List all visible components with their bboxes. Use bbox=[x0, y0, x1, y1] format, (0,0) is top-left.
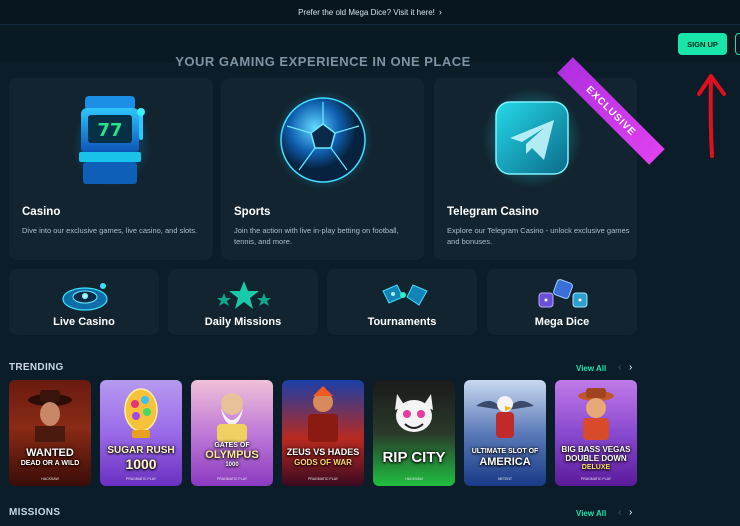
cat-illustration bbox=[395, 394, 433, 432]
game-provider: NETENT bbox=[498, 477, 512, 481]
stars-icon bbox=[217, 281, 271, 309]
daily-missions-card[interactable]: Daily Missions bbox=[168, 269, 318, 335]
telegram-casino-description: Explore our Telegram Casino - unlock exc… bbox=[447, 226, 630, 246]
prev-arrow-icon[interactable]: ‹ bbox=[618, 507, 621, 518]
daily-missions-label: Daily Missions bbox=[204, 316, 282, 328]
sports-title: Sports bbox=[234, 206, 271, 218]
casino-card[interactable]: 77 Casino Dive into our exclusive games,… bbox=[9, 78, 213, 260]
game-title: WANTED bbox=[26, 447, 74, 459]
live-casino-label: Live Casino bbox=[53, 316, 115, 328]
slot-machine-icon: 77 bbox=[72, 96, 152, 187]
game-provider: PRAGMATIC PLAY bbox=[125, 477, 157, 481]
game-subtitle: GODS OF WAR bbox=[294, 458, 352, 467]
game-title: GATES OF bbox=[214, 442, 250, 449]
old-site-banner[interactable]: Prefer the old Mega Dice? Visit it here!… bbox=[0, 0, 740, 25]
game-subtitle: DEAD OR A WILD bbox=[20, 460, 80, 467]
game-provider: PRAGMATIC PLAY bbox=[307, 477, 339, 481]
game-provider: HACKSAW bbox=[405, 477, 423, 481]
svg-text:77: 77 bbox=[97, 120, 122, 141]
mega-dice-card[interactable]: Mega Dice bbox=[487, 269, 637, 335]
live-casino-card[interactable]: Live Casino bbox=[9, 269, 159, 335]
casino-title: Casino bbox=[22, 206, 61, 218]
missions-view-all-link[interactable]: View All bbox=[576, 509, 606, 518]
fisherman-illustration bbox=[578, 388, 614, 440]
game-tile-ultimate-slot-of-america[interactable]: ULTIMATE SLOT OF AMERICA NETENT bbox=[464, 380, 546, 486]
hades-illustration bbox=[308, 386, 338, 442]
trending-view-all-link[interactable]: View All bbox=[576, 364, 606, 373]
game-title: BIG BASS VEGAS bbox=[561, 445, 631, 454]
sports-card[interactable]: Sports Join the action with live in-play… bbox=[221, 78, 424, 260]
eagle-illustration bbox=[476, 396, 534, 438]
game-subtitle: 1000 bbox=[125, 456, 157, 472]
prev-arrow-icon[interactable]: ‹ bbox=[618, 362, 621, 373]
game-provider: HACKSAW bbox=[41, 477, 59, 481]
soccer-ball-icon bbox=[273, 90, 373, 190]
telegram-casino-title: Telegram Casino bbox=[447, 206, 539, 218]
trending-title: TRENDING bbox=[9, 362, 64, 373]
game-tile-rip-city[interactable]: RIP CITY HACKSAW bbox=[373, 380, 455, 486]
sports-description: Join the action with live in-play bettin… bbox=[234, 226, 399, 246]
game-provider: PRAGMATIC PLAY bbox=[216, 477, 248, 481]
game-title: RIP CITY bbox=[382, 449, 446, 466]
game-extra: 1000 bbox=[225, 462, 239, 468]
game-title: ULTIMATE SLOT OF bbox=[471, 448, 539, 455]
login-button[interactable] bbox=[735, 33, 740, 55]
game-title: SUGAR RUSH bbox=[107, 445, 175, 456]
next-arrow-icon[interactable]: › bbox=[629, 507, 632, 518]
game-tile-big-bass-vegas[interactable]: BIG BASS VEGAS DOUBLE DOWN DELUXE PRAGMA… bbox=[555, 380, 637, 486]
controller-icon bbox=[382, 284, 428, 306]
section-heading: YOUR GAMING EXPERIENCE IN ONE PLACE bbox=[175, 54, 471, 68]
game-title: ZEUS VS HADES bbox=[286, 447, 360, 457]
tournaments-card[interactable]: Tournaments bbox=[327, 269, 477, 335]
telegram-icon bbox=[482, 88, 582, 188]
game-tile-zeus-vs-hades[interactable]: ZEUS VS HADES GODS OF WAR PRAGMATIC PLAY bbox=[282, 380, 364, 486]
signup-button[interactable]: SIGN UP bbox=[678, 33, 727, 55]
candy-egg-illustration bbox=[124, 388, 158, 438]
game-subtitle: DOUBLE DOWN bbox=[565, 454, 627, 463]
tournaments-label: Tournaments bbox=[367, 316, 437, 328]
game-provider: PRAGMATIC PLAY bbox=[580, 477, 612, 481]
old-site-link[interactable]: Prefer the old Mega Dice? Visit it here! bbox=[298, 8, 435, 17]
dice-icon bbox=[538, 279, 588, 308]
game-extra: DELUXE bbox=[581, 464, 611, 471]
game-tile-gates-of-olympus[interactable]: GATES OF OLYMPUS 1000 PRAGMATIC PLAY bbox=[191, 380, 273, 486]
game-subtitle: OLYMPUS bbox=[205, 449, 259, 461]
game-tile-wanted[interactable]: WANTED DEAD OR A WILD HACKSAW bbox=[9, 380, 91, 486]
zeus-illustration bbox=[217, 393, 247, 442]
next-arrow-icon[interactable]: › bbox=[629, 362, 632, 373]
game-subtitle: AMERICA bbox=[479, 456, 531, 468]
game-tile-sugar-rush[interactable]: SUGAR RUSH 1000 PRAGMATIC PLAY bbox=[100, 380, 182, 486]
missions-title: MISSIONS bbox=[9, 507, 61, 518]
chevron-right-icon: › bbox=[438, 7, 442, 17]
roulette-icon bbox=[62, 283, 108, 311]
mega-dice-label: Mega Dice bbox=[534, 316, 590, 328]
casino-description: Dive into our exclusive games, live casi… bbox=[22, 226, 198, 235]
cowboy-illustration bbox=[28, 390, 72, 442]
red-arrow-annotation bbox=[697, 74, 726, 158]
